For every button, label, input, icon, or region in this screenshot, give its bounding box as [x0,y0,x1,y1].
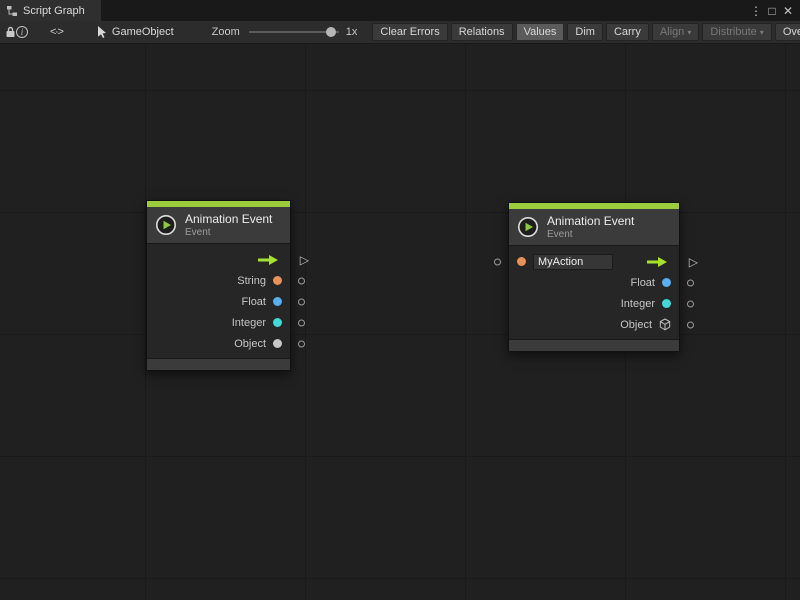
float-output-port[interactable] [687,279,694,286]
output-row-integer: Integer [147,312,290,333]
output-label: Object [234,338,266,350]
dim-label: Dim [575,26,595,38]
window-controls: ⋮ □ ✕ [748,0,800,21]
dim-button[interactable]: Dim [567,23,603,41]
info-icon: i [16,26,28,38]
align-button[interactable]: Align ▾ [652,23,699,41]
clear-errors-label: Clear Errors [380,26,439,38]
cube-icon [659,318,671,331]
lock-button[interactable] [5,24,16,41]
play-icon [517,216,539,238]
script-graph-icon [6,5,18,17]
node-header[interactable]: Animation Event Event [509,209,679,246]
graph-toolbar: i <∙> GameObject Zoom 1x Clear Errors Re… [0,21,800,44]
graph-target-label: GameObject [112,26,174,38]
node-footer [147,358,290,370]
node-subtitle: Event [547,229,634,240]
integer-output-port[interactable] [687,300,694,307]
float-type-dot [273,297,282,306]
flow-arrow-icon [645,256,669,268]
node-title: Animation Event [547,214,634,228]
node-titles: Animation Event Event [185,212,272,238]
info-button[interactable]: i [16,24,28,41]
output-label: String [237,275,266,287]
zoom-slider[interactable] [249,31,339,33]
clear-errors-button[interactable]: Clear Errors [372,23,447,41]
node-animation-event-2[interactable]: Animation Event Event ▷ Float I [508,202,680,352]
output-row-string: String [147,270,290,291]
output-row-object: Object [509,314,679,335]
window-tab-bar: Script Graph ⋮ □ ✕ [0,0,800,21]
node-subtitle: Event [185,227,272,238]
close-icon[interactable]: ✕ [780,4,796,18]
node-body: ▷ Float Integer Object [509,246,679,339]
tab-title: Script Graph [23,5,85,17]
node-titles: Animation Event Event [547,214,634,240]
graph-inspector-button[interactable]: <∙> [50,24,63,41]
output-label: Float [631,277,655,289]
zoom-value: 1x [346,26,358,38]
float-type-dot [662,278,671,287]
zoom-control: Zoom 1x [212,26,358,38]
overview-label: Overview [783,26,800,38]
chevron-down-icon: ▾ [687,28,691,37]
toolbar-buttons: Clear Errors Relations Values Dim Carry … [369,23,800,41]
node-animation-event-1[interactable]: Animation Event Event ▷ String Float [146,200,291,371]
align-label: Align [660,26,684,38]
output-row-integer: Integer [509,293,679,314]
string-type-dot [517,257,526,266]
zoom-slider-knob[interactable] [326,27,336,37]
output-label: Float [242,296,266,308]
flow-arrow-icon [256,254,280,266]
output-label: Integer [621,298,655,310]
integer-type-dot [662,299,671,308]
string-type-dot [273,276,282,285]
zoom-label: Zoom [212,26,240,38]
float-output-port[interactable] [298,298,305,305]
object-output-port[interactable] [298,340,305,347]
output-row-float: Float [509,272,679,293]
flow-output-port[interactable]: ▷ [300,254,309,266]
graph-canvas[interactable]: Animation Event Event ▷ String Float [0,44,800,600]
cursor-icon [97,26,107,38]
object-output-port[interactable] [687,321,694,328]
output-label: Object [620,319,652,331]
object-type-dot [273,339,282,348]
flow-output-row: ▷ [147,249,290,270]
node-header[interactable]: Animation Event Event [147,207,290,244]
output-label: Integer [232,317,266,329]
code-icon: <∙> [50,26,63,38]
values-label: Values [524,26,557,38]
event-name-field[interactable] [533,254,613,270]
kebab-menu-icon[interactable]: ⋮ [748,4,764,18]
values-button[interactable]: Values [516,23,565,41]
chevron-down-icon: ▾ [760,28,764,37]
node-title: Animation Event [185,212,272,226]
node-footer [509,339,679,351]
output-row-float: Float [147,291,290,312]
output-row-object: Object [147,333,290,354]
integer-type-dot [273,318,282,327]
play-icon [155,214,177,236]
node-body: ▷ String Float Integer Object [147,244,290,358]
carry-label: Carry [614,26,641,38]
relations-label: Relations [459,26,505,38]
carry-button[interactable]: Carry [606,23,649,41]
relations-button[interactable]: Relations [451,23,513,41]
string-output-port[interactable] [298,277,305,284]
flow-output-port[interactable]: ▷ [689,256,698,268]
name-input-port[interactable] [494,258,501,265]
input-and-flow-row: ▷ [509,251,679,272]
distribute-button[interactable]: Distribute ▾ [702,23,771,41]
overview-button[interactable]: Overview [775,23,800,41]
lock-icon [5,26,16,38]
integer-output-port[interactable] [298,319,305,326]
distribute-label: Distribute [710,26,756,38]
maximize-icon[interactable]: □ [764,4,780,18]
graph-target[interactable]: GameObject [97,26,174,38]
tab-script-graph[interactable]: Script Graph [0,0,101,21]
